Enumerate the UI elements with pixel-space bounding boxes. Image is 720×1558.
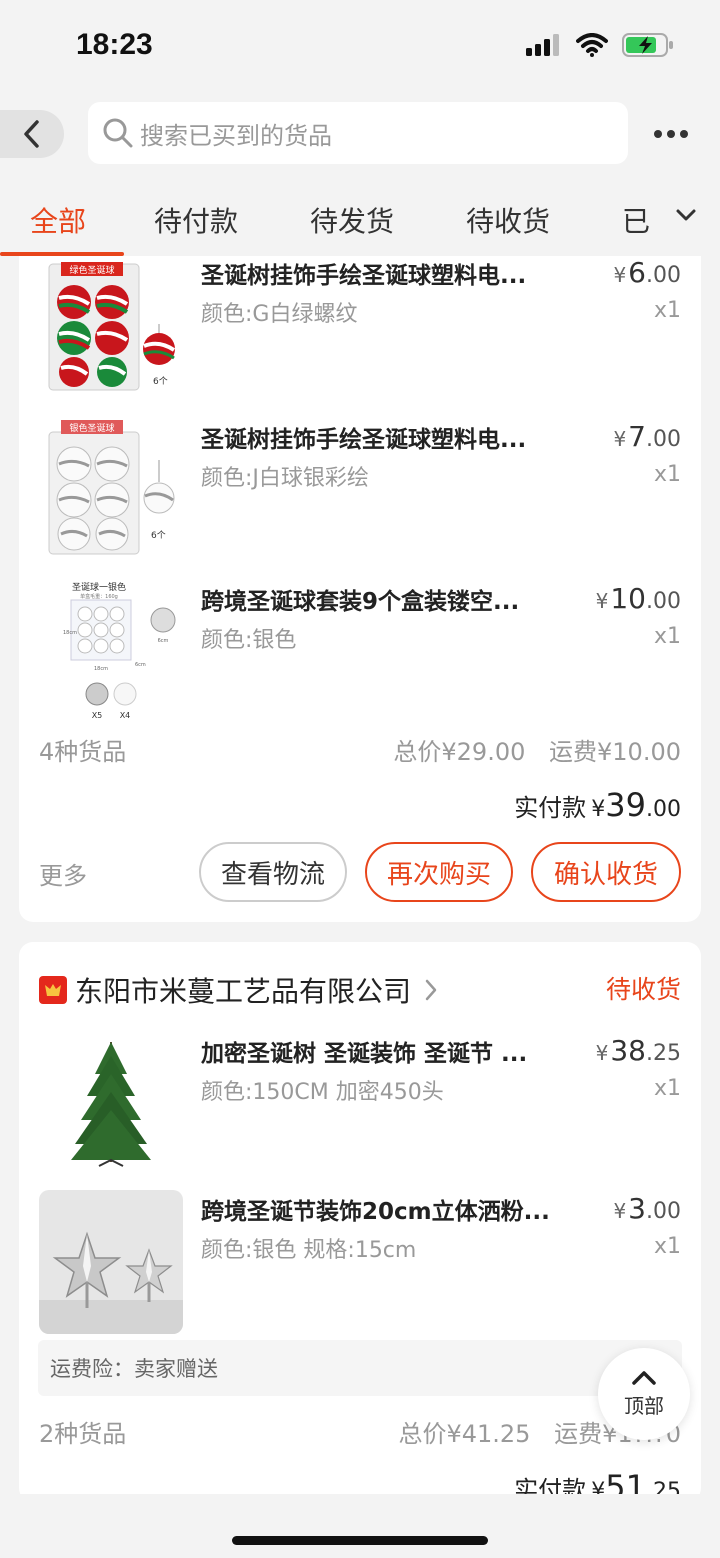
- search-header: 搜索已买到的货品: [0, 88, 720, 180]
- chevron-left-icon: [24, 120, 39, 148]
- product-thumbnail: [39, 1190, 183, 1334]
- tab-pending-receipt[interactable]: 待收货: [466, 200, 550, 240]
- svg-text:单盒毛重：160g: 单盒毛重：160g: [80, 593, 118, 600]
- shop-header[interactable]: 东阳市米蔓工艺品有限公司: [39, 970, 441, 1010]
- tab-all[interactable]: 全部: [30, 200, 86, 240]
- order-card: 绿色圣诞球 6个 圣诞树挂饰手绘圣诞球塑料电... 颜色:G白绿螺纹 ¥6.00…: [19, 256, 701, 922]
- buy-again-button[interactable]: 再次购买: [365, 842, 513, 902]
- product-thumbnail: 圣诞球一银色 单盒毛重：160g 18cm 18cm 6cm 6cm X5 X4: [39, 582, 183, 726]
- shop-name: 东阳市米蔓工艺品有限公司: [75, 975, 412, 1008]
- svg-text:18cm: 18cm: [94, 666, 108, 672]
- product-quantity: x1: [653, 298, 681, 323]
- search-placeholder: 搜索已买到的货品: [140, 121, 332, 150]
- order-status-badge: 待收货: [605, 975, 681, 1004]
- order-price-summary: 总价¥29.00 运费¥10.00: [393, 738, 681, 766]
- svg-text:6个: 6个: [153, 376, 168, 387]
- order-item[interactable]: 跨境圣诞节装饰20cm立体洒粉... 颜色:银色 规格:15cm ¥3.00 x…: [19, 1190, 701, 1342]
- product-quantity: x1: [653, 624, 681, 649]
- product-thumbnail: 绿色圣诞球 6个: [39, 256, 183, 398]
- product-thumbnail: [39, 1034, 183, 1178]
- order-item[interactable]: 圣诞球一银色 单盒毛重：160g 18cm 18cm 6cm 6cm X5 X4: [19, 582, 701, 732]
- signal-icon: [526, 34, 559, 56]
- more-actions-link[interactable]: 更多: [39, 856, 87, 891]
- product-name: 加密圣诞树 圣诞装饰 圣诞节 ...: [201, 1041, 528, 1067]
- battery-charging-icon: [622, 33, 673, 57]
- item-count: 4种货品: [39, 738, 127, 766]
- home-indicator[interactable]: [232, 1536, 488, 1545]
- product-price: ¥7.00: [613, 420, 681, 453]
- svg-text:X5: X5: [92, 711, 103, 720]
- ornament-set-image: 圣诞球一银色 单盒毛重：160g 18cm 18cm 6cm 6cm X5 X4: [39, 582, 183, 726]
- back-to-top-button[interactable]: 顶部: [598, 1348, 690, 1440]
- product-price: ¥6.00: [613, 256, 681, 289]
- tab-pending-shipment[interactable]: 待发货: [310, 200, 394, 240]
- tab-completed[interactable]: 已: [622, 200, 650, 240]
- product-thumbnail: 银色圣诞球 6个: [39, 420, 183, 564]
- product-variant: 颜色:银色: [201, 628, 297, 653]
- confirm-receipt-button[interactable]: 确认收货: [531, 842, 681, 902]
- svg-text:银色圣诞球: 银色圣诞球: [69, 422, 114, 434]
- christmas-tree-image: [39, 1034, 183, 1178]
- more-dot-icon: [680, 130, 688, 138]
- chevron-down-icon[interactable]: [674, 206, 698, 224]
- chevron-right-icon: [425, 979, 437, 1001]
- status-time: 18:23: [76, 28, 153, 61]
- svg-text:6个: 6个: [151, 530, 166, 541]
- wifi-icon: [576, 33, 608, 57]
- search-icon: [103, 118, 133, 148]
- order-item[interactable]: 银色圣诞球 6个 圣诞树挂饰手绘圣诞球塑料电... 颜色:J白球银彩绘 ¥7.0…: [19, 420, 701, 570]
- order-tabs: 全部 待付款 待发货 待收货 已: [0, 180, 720, 256]
- chevron-up-icon: [632, 1370, 656, 1385]
- ornament-box-image: 绿色圣诞球 6个: [39, 256, 183, 398]
- tab-pending-payment[interactable]: 待付款: [154, 200, 238, 240]
- product-price: ¥3.00: [613, 1192, 681, 1225]
- order-item[interactable]: 绿色圣诞球 6个 圣诞树挂饰手绘圣诞球塑料电... 颜色:G白绿螺纹 ¥6.00…: [19, 256, 701, 406]
- back-to-top-label: 顶部: [624, 1393, 664, 1418]
- svg-text:圣诞球一银色: 圣诞球一银色: [72, 582, 126, 593]
- svg-text:X4: X4: [120, 711, 131, 720]
- more-menu-button[interactable]: [654, 124, 694, 144]
- more-dot-icon: [654, 130, 662, 138]
- shop-badge-icon: [39, 976, 67, 1004]
- order-item[interactable]: 加密圣诞树 圣诞装饰 圣诞节 ... 颜色:150CM 加密450头 ¥38.2…: [19, 1034, 701, 1184]
- svg-text:18cm: 18cm: [63, 630, 77, 636]
- product-quantity: x1: [653, 462, 681, 487]
- product-name: 跨境圣诞球套装9个盒装镂空...: [201, 589, 520, 615]
- home-indicator-bar: [0, 1494, 720, 1558]
- shipping-insurance-note: 运费险：卖家赠送: [38, 1340, 682, 1396]
- item-count: 2种货品: [39, 1420, 127, 1448]
- more-dot-icon: [667, 130, 675, 138]
- status-bar: 18:23: [0, 0, 720, 88]
- product-quantity: x1: [653, 1234, 681, 1259]
- product-variant: 颜色:150CM 加密450头: [201, 1080, 444, 1105]
- silver-star-image: [39, 1190, 183, 1334]
- back-button[interactable]: [0, 110, 64, 158]
- product-price: ¥10.00: [595, 582, 681, 615]
- status-icons: [526, 32, 674, 58]
- svg-text:6cm: 6cm: [158, 638, 169, 644]
- svg-text:绿色圣诞球: 绿色圣诞球: [69, 264, 114, 276]
- product-name: 圣诞树挂饰手绘圣诞球塑料电...: [201, 427, 527, 453]
- product-variant: 颜色:J白球银彩绘: [201, 466, 369, 491]
- product-name: 跨境圣诞节装饰20cm立体洒粉...: [201, 1199, 550, 1225]
- product-variant: 颜色:G白绿螺纹: [201, 302, 358, 327]
- search-input[interactable]: 搜索已买到的货品: [88, 102, 628, 164]
- view-logistics-button[interactable]: 查看物流: [199, 842, 347, 902]
- order-card: 东阳市米蔓工艺品有限公司 待收货 加密圣诞树 圣诞装饰 圣诞节 ... 颜色:1…: [19, 942, 701, 1502]
- ornament-box-image: 银色圣诞球 6个: [39, 420, 183, 564]
- paid-amount: 实付款 ¥39.00: [514, 786, 681, 824]
- product-name: 圣诞树挂饰手绘圣诞球塑料电...: [201, 263, 527, 289]
- svg-text:6cm: 6cm: [135, 662, 146, 668]
- product-quantity: x1: [653, 1076, 681, 1101]
- product-variant: 颜色:银色 规格:15cm: [201, 1238, 417, 1263]
- product-price: ¥38.25: [595, 1034, 681, 1067]
